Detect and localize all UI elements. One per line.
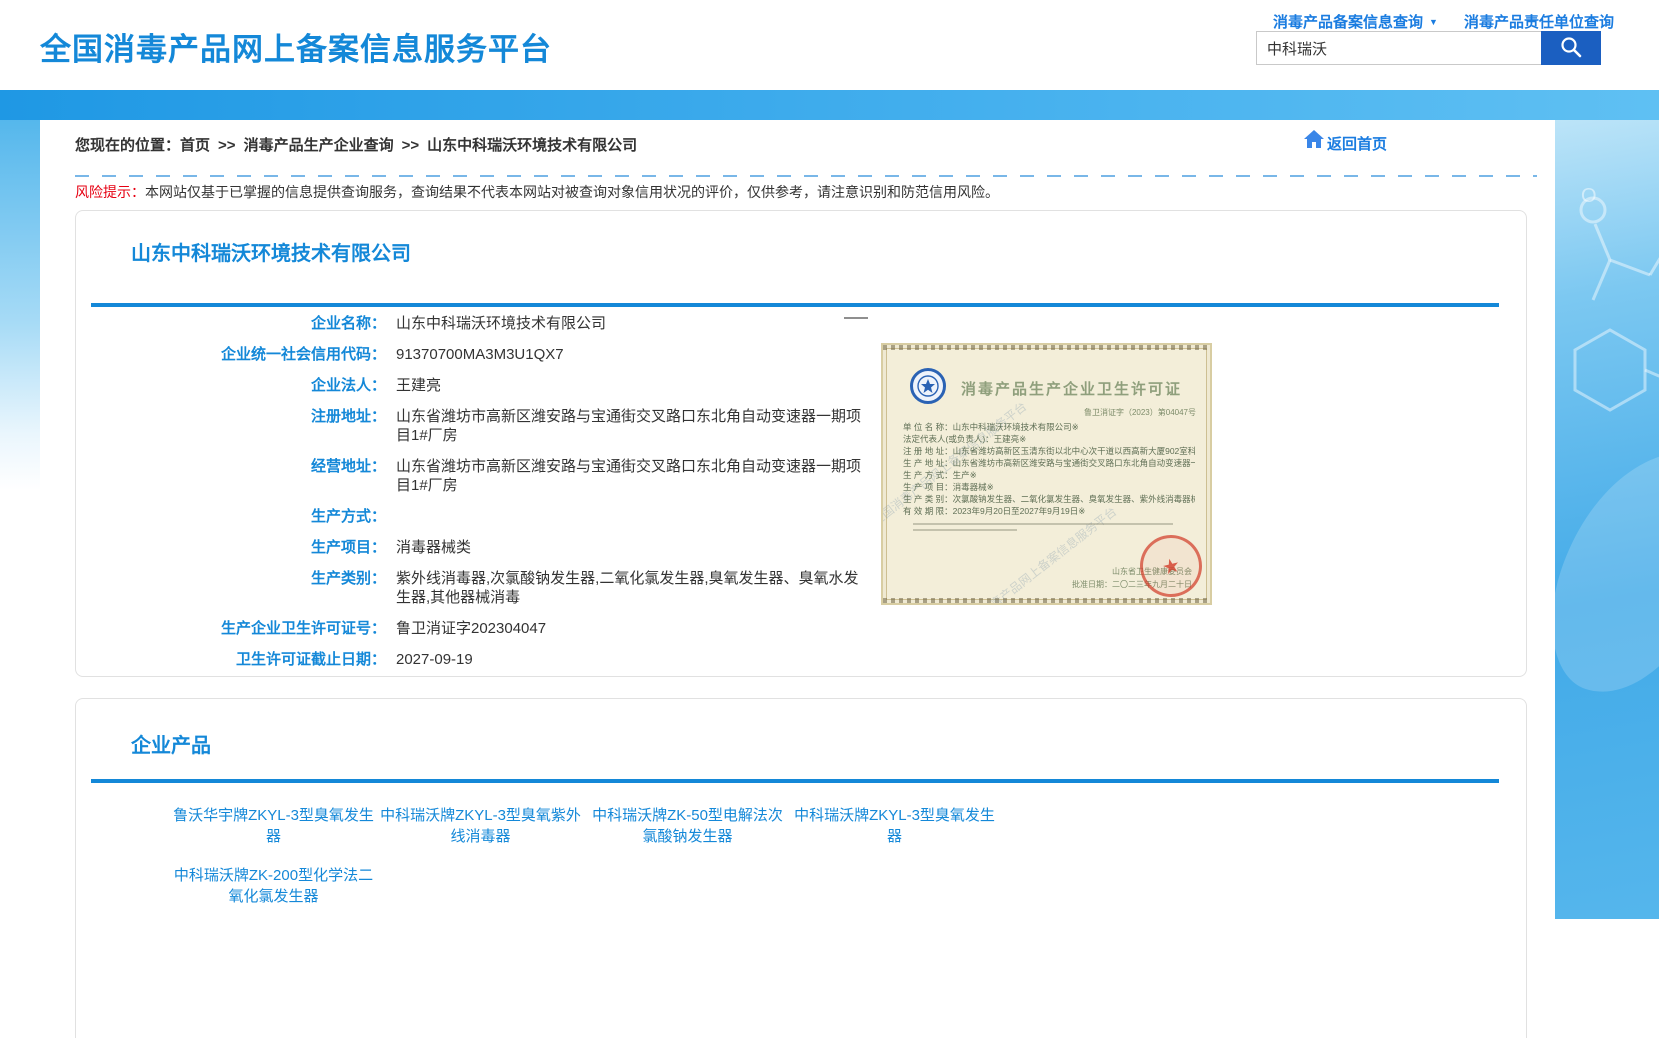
field-row-registered-address: 注册地址： 山东省潍坊市高新区潍安路与宝通街交叉路口东北角自动变速器一期项目1#… [76,407,936,445]
certificate-line-production-address: 生 产 地 址：山东省潍坊市高新区潍安路与宝通街交叉路口东北角自动变速器一期项目… [903,457,1195,469]
certificate-line-legal-rep: 法定代表人(或负责人)：王建亮※ [903,433,1195,445]
certificate-border-decoration [883,598,1210,603]
search-input[interactable] [1256,31,1541,65]
field-row-legal-person: 企业法人： 王建亮 [76,376,936,395]
nav-record-info-query[interactable]: 消毒产品备案信息查询 ▼ [1273,11,1438,32]
product-link[interactable]: 中科瑞沃牌ZK-200型化学法二氧化氯发生器 [171,865,376,907]
certificate-detail-lines: 单 位 名 称：山东中科瑞沃环境技术有限公司※ 法定代表人(或负责人)：王建亮※… [903,421,1195,517]
risk-notice: 风险提示：本网站仅基于已掌握的信息提供查询服务，查询结果不代表本网站对被查询对象… [75,182,999,202]
certificate-line-production-project: 生 产 项 目：消毒器械※ [903,481,1195,493]
product-link[interactable]: 鲁沃华宇牌ZKYL-3型臭氧发生器 [171,805,376,847]
field-value: 紫外线消毒器,次氯酸钠发生器,二氧化氯发生器,臭氧发生器、臭氧水发生器,其他器械… [396,569,866,607]
field-label: 企业名称： [76,314,386,333]
field-label: 生产类别： [76,569,386,607]
site-header: 全国消毒产品网上备案信息服务平台 消毒产品备案信息查询 ▼ 消毒产品责任单位查询 [0,0,1659,90]
breadcrumb-separator: >> [402,137,420,154]
field-value: 鲁卫消证字202304047 [396,619,546,638]
certificate-title: 消毒产品生产企业卫生许可证 [961,378,1182,399]
nav-responsible-unit-query[interactable]: 消毒产品责任单位查询 [1464,11,1614,32]
certificate-border-decoration [883,345,1210,350]
certificate-header: 消毒产品生产企业卫生许可证 [883,367,1210,410]
field-label: 经营地址： [76,457,386,495]
breadcrumb-current-company: 山东中科瑞沃环境技术有限公司 [427,137,637,154]
seal-star-icon: ★ [1159,552,1182,581]
nav-record-info-label: 消毒产品备案信息查询 [1273,11,1423,32]
certificate-line-production-method: 生 产 方 式：生产※ [903,469,1195,481]
field-row-company-name: 企业名称： 山东中科瑞沃环境技术有限公司 [76,314,936,333]
field-row-license-number: 生产企业卫生许可证号： 鲁卫消证字202304047 [76,619,936,638]
hygiene-license-certificate-image: 全国消毒产品网上备案信息服务平台 全国消毒产品网上备案信息服务平台 消毒产品生产… [881,343,1212,605]
certificate-line-production-category: 生 产 类 别：次氯酸钠发生器、二氧化氯发生器、臭氧发生器、紫外线消毒器械消毒 [903,493,1195,505]
breadcrumb-enterprise-query-link[interactable]: 消毒产品生产企业查询 [244,137,394,154]
field-label: 生产企业卫生许可证号： [76,619,386,638]
risk-notice-text: 本网站仅基于已掌握的信息提供查询服务，查询结果不代表本网站对被查询对象信用状况的… [145,184,999,200]
products-card-title: 企业产品 [131,729,211,758]
search-area [1256,31,1601,65]
home-icon [1303,129,1325,154]
field-label: 注册地址： [76,407,386,445]
breadcrumb-home-link[interactable]: 首页 [180,137,210,154]
background-right-decoration: OH O [1555,120,1659,919]
field-value: 2027-09-19 [396,650,473,669]
field-row-business-address: 经营地址： 山东省潍坊市高新区潍安路与宝通街交叉路口东北角自动变速器一期项目1#… [76,457,936,495]
chevron-down-icon: ▼ [1429,17,1438,27]
search-icon [1559,35,1583,62]
field-label: 生产项目： [76,538,386,557]
company-info-card: 山东中科瑞沃环境技术有限公司 企业名称： 山东中科瑞沃环境技术有限公司 企业统一… [75,210,1527,677]
product-list: 鲁沃华宇牌ZKYL-3型臭氧发生器 中科瑞沃牌ZKYL-3型臭氧紫外线消毒器 中… [171,805,1016,907]
field-row-production-category: 生产类别： 紫外线消毒器,次氯酸钠发生器,二氧化氯发生器,臭氧发生器、臭氧水发生… [76,569,936,607]
background-left-strip [0,120,40,490]
product-link[interactable]: 中科瑞沃牌ZKYL-3型臭氧紫外线消毒器 [378,805,583,847]
company-card-title: 山东中科瑞沃环境技术有限公司 [131,237,411,266]
certificate-emblem-icon [909,367,947,410]
card-divider [91,779,1499,783]
enterprise-products-card: 企业产品 鲁沃华宇牌ZKYL-3型臭氧发生器 中科瑞沃牌ZKYL-3型臭氧紫外线… [75,698,1527,1038]
certificate-line-unit-name: 单 位 名 称：山东中科瑞沃环境技术有限公司※ [903,421,1195,433]
field-value: 山东省潍坊市高新区潍安路与宝通街交叉路口东北角自动变速器一期项目1#厂房 [396,407,866,445]
breadcrumb-prefix: 您现在的位置： [75,137,180,154]
field-label: 卫生许可证截止日期： [76,650,386,669]
field-value: 91370700MA3M3U1QX7 [396,345,564,364]
field-row-credit-code: 企业统一社会信用代码： 91370700MA3M3U1QX7 [76,345,936,364]
field-row-license-expiry: 卫生许可证截止日期： 2027-09-19 [76,650,936,669]
field-row-production-method: 生产方式： [76,507,936,526]
field-value: 王建亮 [396,376,441,395]
search-button[interactable] [1541,31,1601,65]
field-value: 山东省潍坊市高新区潍安路与宝通街交叉路口东北角自动变速器一期项目1#厂房 [396,457,866,495]
image-dash-artifact [844,317,868,319]
field-value: 山东中科瑞沃环境技术有限公司 [396,314,606,333]
site-title: 全国消毒产品网上备案信息服务平台 [40,24,552,69]
risk-notice-label: 风险提示： [75,184,145,200]
field-row-production-project: 生产项目： 消毒器械类 [76,538,936,557]
certificate-line-validity-period: 有 效 期 限：2023年9月20日至2027年9月19日※ [903,505,1195,517]
field-label: 生产方式： [76,507,386,526]
card-divider [91,303,1499,307]
dashed-separator [75,175,1537,177]
svg-text:O: O [1581,185,1597,207]
back-home-label: 返回首页 [1327,133,1387,154]
company-fields: 企业名称： 山东中科瑞沃环境技术有限公司 企业统一社会信用代码： 9137070… [76,314,936,681]
top-nav: 消毒产品备案信息查询 ▼ 消毒产品责任单位查询 [1273,11,1614,32]
red-seal-icon: ★ [1133,528,1208,603]
nav-responsible-unit-label: 消毒产品责任单位查询 [1464,11,1614,32]
product-link[interactable]: 中科瑞沃牌ZK-50型电解法次氯酸钠发生器 [585,805,790,847]
back-home-link[interactable]: 返回首页 [1303,129,1387,154]
breadcrumb: 您现在的位置：首页 >> 消毒产品生产企业查询 >> 山东中科瑞沃环境技术有限公司 [75,134,637,155]
field-label: 企业法人： [76,376,386,395]
product-link[interactable]: 中科瑞沃牌ZKYL-3型臭氧发生器 [792,805,997,847]
certificate-fine-print [913,523,1173,535]
field-value: 消毒器械类 [396,538,471,557]
breadcrumb-separator: >> [218,137,236,154]
main-panel: 您现在的位置：首页 >> 消毒产品生产企业查询 >> 山东中科瑞沃环境技术有限公司 返回… [40,120,1555,919]
header-blue-band [0,90,1659,120]
field-label: 企业统一社会信用代码： [76,345,386,364]
certificate-number: 鲁卫消证字（2023）第04047号 [1084,407,1196,418]
certificate-line-registered-address: 注 册 地 址：山东省潍坊高新区玉清东街以北中心次干道以西高新大厦902室科苑 [903,445,1195,457]
